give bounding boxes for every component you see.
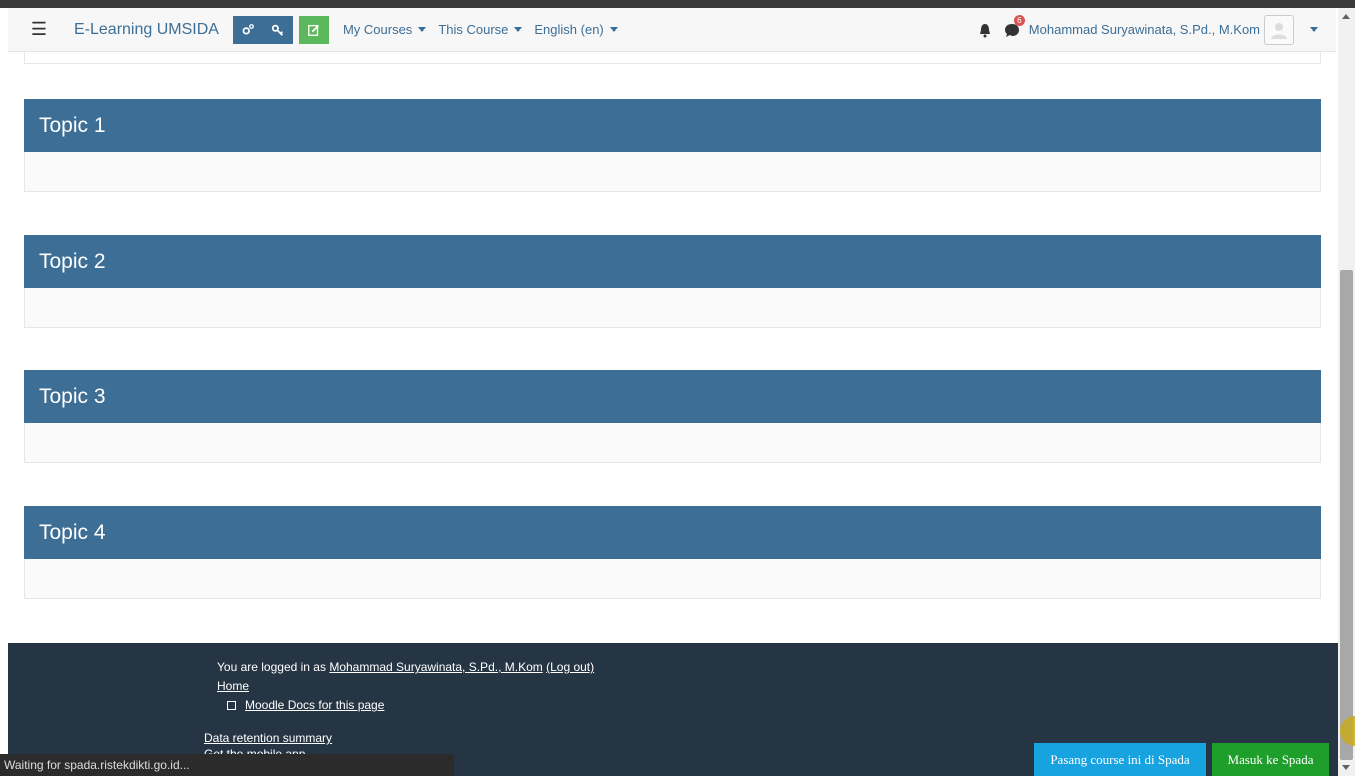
browser-status-bar: Waiting for spada.ristekdikti.go.id...	[0, 754, 454, 776]
menu-language[interactable]: English (en)	[534, 22, 618, 37]
docs-item: Moodle Docs for this page	[227, 698, 384, 712]
previous-section-bottom	[24, 52, 1321, 64]
topic-title[interactable]: Topic 3	[24, 370, 1321, 423]
user-area: 6 Mohammad Suryawinata, S.Pd., M.Kom	[977, 14, 1336, 45]
message-count-badge: 6	[1013, 14, 1025, 26]
home-link[interactable]: Home	[217, 679, 249, 693]
page-scrollbar[interactable]	[1338, 8, 1355, 776]
messages-button[interactable]: 6	[1003, 14, 1025, 39]
login-info: You are logged in as Mohammad Suryawinat…	[217, 660, 594, 674]
user-profile-link[interactable]: Mohammad Suryawinata, S.Pd., M.Kom	[329, 660, 542, 674]
bell-icon[interactable]	[977, 22, 993, 38]
menu-my-courses[interactable]: My Courses	[342, 22, 427, 37]
user-name[interactable]: Mohammad Suryawinata, S.Pd., M.Kom	[1029, 22, 1260, 37]
chevron-down-icon	[514, 27, 523, 32]
docs-icon	[227, 700, 236, 710]
menu-this-course[interactable]: This Course	[438, 22, 523, 37]
topic-section-2: Topic 2	[24, 235, 1321, 328]
topic-content	[24, 423, 1321, 463]
masuk-spada-button[interactable]: Masuk ke Spada	[1212, 743, 1329, 776]
topic-section-3: Topic 3	[24, 370, 1321, 463]
topic-title[interactable]: Topic 4	[24, 506, 1321, 559]
scrollbar-thumb[interactable]	[1340, 270, 1353, 760]
user-icon	[1271, 22, 1287, 39]
site-brand[interactable]: E-Learning UMSIDA	[74, 21, 219, 39]
pasang-spada-button[interactable]: Pasang course ini di Spada	[1034, 743, 1206, 776]
moodle-docs-link[interactable]: Moodle Docs for this page	[245, 698, 384, 712]
data-retention-link[interactable]: Data retention summary	[204, 731, 332, 745]
menu-label: English (en)	[534, 22, 604, 37]
navbar: ☰ E-Learning UMSIDA My Courses This Cour…	[8, 8, 1336, 52]
topic-title[interactable]: Topic 1	[24, 99, 1321, 152]
menu-label: My Courses	[342, 22, 413, 37]
user-menu-chevron-icon[interactable]	[1310, 27, 1318, 32]
scroll-up-arrow-icon[interactable]	[1342, 14, 1350, 19]
logout-link[interactable]: (Log out)	[546, 660, 594, 674]
action-buttons	[232, 15, 329, 44]
menu-toggle-icon[interactable]: ☰	[20, 14, 58, 46]
topic-content	[24, 559, 1321, 599]
topic-section-1: Topic 1	[24, 99, 1321, 192]
topic-title[interactable]: Topic 2	[24, 235, 1321, 288]
topic-content	[24, 152, 1321, 192]
avatar[interactable]	[1264, 14, 1294, 45]
key-icon[interactable]	[262, 15, 293, 44]
window-top-border	[0, 0, 1355, 8]
login-prefix: You are logged in as	[217, 660, 326, 674]
chevron-down-icon	[418, 27, 427, 32]
admin-settings-icon[interactable]	[232, 15, 263, 44]
menu-label: This Course	[438, 22, 509, 37]
scroll-down-arrow-icon[interactable]	[1342, 765, 1350, 770]
edit-mode-icon[interactable]	[298, 15, 329, 44]
topic-section-4: Topic 4	[24, 506, 1321, 599]
topic-content	[24, 288, 1321, 328]
chevron-down-icon	[609, 27, 618, 32]
